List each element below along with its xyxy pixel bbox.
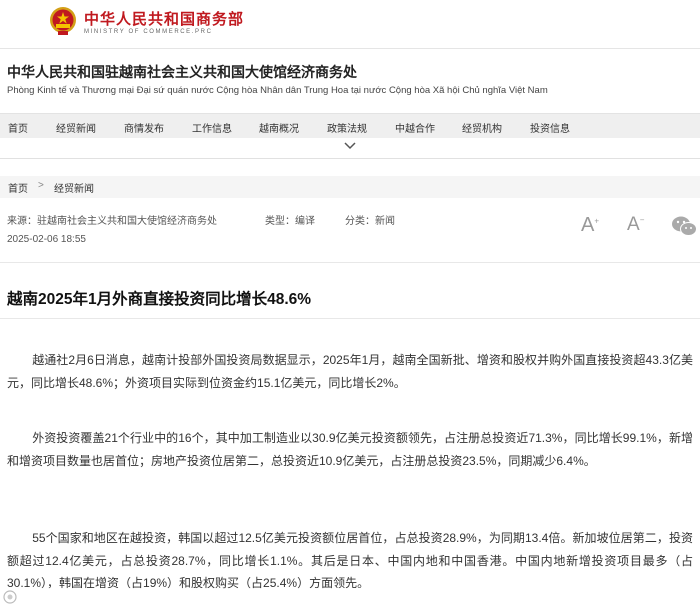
meta-divider <box>0 262 700 263</box>
font-decrease-label: A <box>627 214 640 235</box>
nav-item-business-info[interactable]: 商情发布 <box>124 120 164 135</box>
nav-expand <box>0 138 700 158</box>
wechat-icon[interactable] <box>671 215 697 237</box>
article-paragraph: 越通社2月6日消息，越南计投部外国投资局数据显示，2025年1月，越南全国新批、… <box>7 353 693 390</box>
main-nav: 首页 经贸新闻 商情发布 工作信息 越南概况 政策法规 中越合作 经贸机构 投资… <box>0 113 700 138</box>
national-emblem-icon[interactable] <box>48 5 78 37</box>
office-title: 中华人民共和国驻越南社会主义共和国大使馆经济商务处 <box>7 64 357 80</box>
nav-item-cooperation[interactable]: 中越合作 <box>395 120 435 135</box>
article-date: 2025-02-06 18:55 <box>7 234 86 245</box>
font-increase-button[interactable]: A+ <box>581 214 599 237</box>
site-header: 中华人民共和国商务部 MINISTRY OF COMMERCE.PRC <box>0 0 700 48</box>
nav-item-investment-info[interactable]: 投资信息 <box>530 120 570 135</box>
nav-divider <box>0 158 700 159</box>
article-paragraph: 55个国家和地区在越投资，韩国以超过12.5亿美元投资额位居首位，占总投资28.… <box>7 531 693 590</box>
site-name[interactable]: 中华人民共和国商务部 <box>84 8 244 29</box>
breadcrumb-home[interactable]: 首页 <box>8 180 28 195</box>
site-name-english: MINISTRY OF COMMERCE.PRC <box>84 29 213 35</box>
breadcrumb-separator: > <box>38 180 44 191</box>
article-title: 越南2025年1月外商直接投资同比增长48.6% <box>7 291 312 308</box>
article-paragraph: 外资投资覆盖21个行业中的16个，其中加工制造业以30.9亿美元投资额领先，占注… <box>7 431 693 468</box>
nav-item-policies[interactable]: 政策法规 <box>327 120 367 135</box>
breadcrumb-current[interactable]: 经贸新闻 <box>54 180 94 195</box>
font-decrease-button[interactable]: A− <box>627 214 644 236</box>
watermark-logo-icon <box>3 590 17 604</box>
chevron-down-icon[interactable] <box>344 141 356 151</box>
font-increase-label: A <box>581 214 595 236</box>
article-source: 来源：驻越南社会主义共和国大使馆经济商务处 <box>7 216 217 227</box>
article-category: 分类：新闻 <box>345 216 395 227</box>
office-subtitle: Phòng Kinh tế và Thương mại Đại sứ quán … <box>7 85 548 96</box>
article-type: 类型：编译 <box>265 216 315 227</box>
nav-item-institutions[interactable]: 经贸机构 <box>462 120 502 135</box>
nav-item-home[interactable]: 首页 <box>8 120 28 135</box>
nav-item-vietnam-overview[interactable]: 越南概况 <box>259 120 299 135</box>
header-divider <box>0 48 700 49</box>
title-divider <box>0 318 700 319</box>
nav-item-trade-news[interactable]: 经贸新闻 <box>56 120 96 135</box>
breadcrumb: 首页 > 经贸新闻 <box>0 176 700 198</box>
nav-item-work-info[interactable]: 工作信息 <box>192 120 232 135</box>
